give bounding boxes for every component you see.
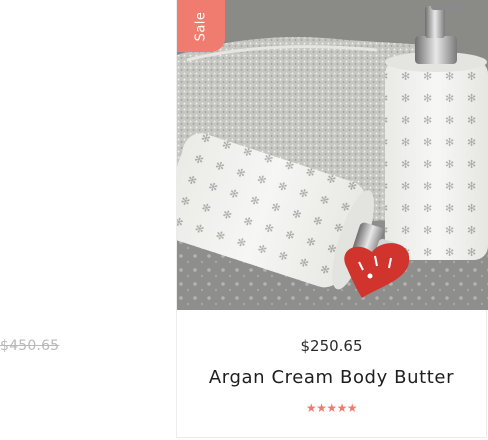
product-image[interactable]: ✻	[177, 0, 488, 310]
rating-stars: ★★★★★	[305, 401, 358, 415]
sale-badge: Sale	[177, 0, 225, 52]
product-price: $250.65	[300, 337, 363, 355]
previous-product-old-price: $450.65	[0, 338, 60, 354]
product-title[interactable]: Argan Cream Body Butter	[177, 367, 486, 388]
product-card[interactable]: ✻	[176, 0, 488, 438]
product-photo-illustration: ✻	[177, 0, 488, 310]
sale-badge-label: Sale	[193, 11, 209, 41]
